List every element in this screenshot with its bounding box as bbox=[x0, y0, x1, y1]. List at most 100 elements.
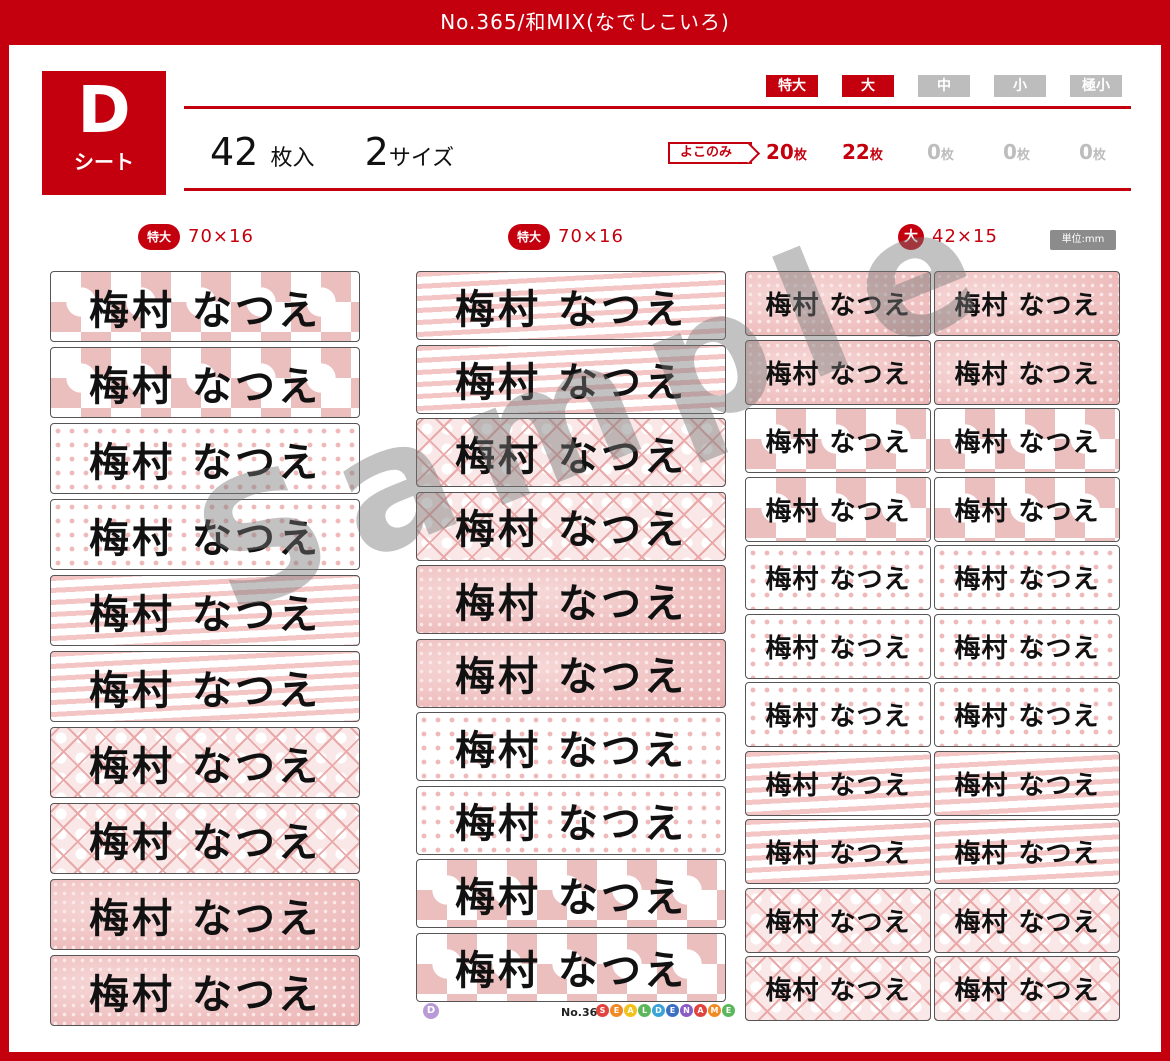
count-unit: 枚 bbox=[940, 148, 954, 163]
brand-letter: L bbox=[638, 1004, 651, 1017]
brand-letter: A bbox=[694, 1004, 707, 1017]
label-name-text: 梅村 なつえ bbox=[765, 496, 911, 527]
count-value: 0 bbox=[1003, 140, 1017, 164]
label-name-text: 梅村 なつえ bbox=[765, 428, 911, 458]
divider-top bbox=[184, 106, 1131, 109]
size-tab: 特大 bbox=[766, 75, 818, 97]
count-unit: 枚 bbox=[869, 148, 883, 163]
name-label: 梅村 なつえ bbox=[934, 750, 1120, 816]
brand-logo: SEALDENAME bbox=[596, 1004, 735, 1017]
label-name-text: 梅村 なつえ bbox=[89, 591, 321, 638]
name-label: 梅村 なつえ bbox=[745, 476, 931, 542]
label-name-text: 梅村 なつえ bbox=[954, 291, 1100, 321]
sheet-count: 22枚 bbox=[842, 140, 883, 164]
page-title: No.365/和MIX(なでしこいろ) bbox=[0, 0, 1170, 45]
name-label: 梅村 なつえ bbox=[416, 418, 726, 487]
name-label: 梅村 なつえ bbox=[934, 819, 1120, 884]
size-pill: 特大 bbox=[508, 224, 551, 250]
name-label: 梅村 なつえ bbox=[50, 879, 360, 950]
label-name-text: 梅村 なつえ bbox=[89, 667, 321, 714]
name-label: 梅村 なつえ bbox=[50, 651, 360, 722]
divider-bottom bbox=[184, 188, 1131, 191]
name-label: 梅村 なつえ bbox=[745, 750, 931, 816]
name-label: 梅村 なつえ bbox=[934, 613, 1120, 679]
label-name-text: 梅村 なつえ bbox=[89, 819, 321, 866]
brand-letter: D bbox=[652, 1004, 665, 1017]
brand-letter: M bbox=[708, 1004, 721, 1017]
label-name-text: 梅村 なつえ bbox=[765, 633, 911, 664]
label-name-text: 梅村 なつえ bbox=[455, 727, 687, 774]
name-label: 梅村 なつえ bbox=[934, 887, 1120, 953]
name-label: 梅村 なつえ bbox=[416, 859, 726, 928]
label-name-text: 梅村 なつえ bbox=[455, 654, 687, 700]
label-count-unit: 枚入 bbox=[270, 146, 315, 171]
sheet-count: 0枚 bbox=[1003, 140, 1030, 164]
size-pill: 大 bbox=[898, 224, 924, 250]
dimension-text: 70×16 bbox=[188, 226, 254, 247]
name-label: 梅村 なつえ bbox=[416, 932, 726, 1002]
brand-letter: E bbox=[666, 1004, 679, 1017]
label-name-text: 梅村 なつえ bbox=[455, 580, 687, 627]
label-name-text: 梅村 なつえ bbox=[455, 948, 687, 994]
label-name-text: 梅村 なつえ bbox=[89, 971, 321, 1018]
brand-letter: N bbox=[680, 1004, 693, 1017]
name-label: 梅村 なつえ bbox=[50, 575, 360, 646]
label-name-text: 梅村 なつえ bbox=[765, 839, 911, 869]
label-name-text: 梅村 なつえ bbox=[954, 839, 1100, 869]
name-label: 梅村 なつえ bbox=[416, 638, 726, 708]
label-name-text: 梅村 なつえ bbox=[954, 428, 1100, 458]
label-name-text: 梅村 なつえ bbox=[455, 433, 687, 480]
label-name-text: 梅村 なつえ bbox=[89, 515, 321, 562]
label-name-text: 梅村 なつえ bbox=[765, 359, 911, 390]
label-name-text: 梅村 なつえ bbox=[765, 291, 911, 321]
dimension-text: 42×15 bbox=[932, 226, 998, 247]
size-count: 2 bbox=[364, 130, 389, 174]
sheet-mark-icon: D bbox=[423, 1003, 439, 1019]
count-unit: 枚 bbox=[1092, 148, 1106, 163]
label-name-text: 梅村 なつえ bbox=[954, 976, 1100, 1006]
name-label: 梅村 なつえ bbox=[745, 887, 931, 953]
size-tab: 極小 bbox=[1070, 75, 1122, 97]
name-label: 梅村 なつえ bbox=[416, 491, 726, 561]
column-header-3: 大 42×15 bbox=[898, 224, 998, 250]
name-label: 梅村 なつえ bbox=[934, 682, 1120, 747]
name-label: 梅村 なつえ bbox=[50, 499, 360, 570]
label-name-text: 梅村 なつえ bbox=[455, 360, 687, 406]
name-label: 梅村 なつえ bbox=[416, 271, 726, 340]
label-name-text: 梅村 なつえ bbox=[455, 801, 687, 847]
sheet-summary: 42 枚入 2サイズ bbox=[210, 130, 454, 174]
label-name-text: 梅村 なつえ bbox=[954, 907, 1100, 938]
name-label: 梅村 なつえ bbox=[934, 271, 1120, 336]
label-name-text: 梅村 なつえ bbox=[765, 907, 911, 938]
name-label: 梅村 なつえ bbox=[745, 545, 931, 610]
dimension-text: 70×16 bbox=[558, 226, 624, 247]
name-label: 梅村 なつえ bbox=[50, 955, 360, 1026]
size-count-unit: サイズ bbox=[388, 146, 455, 171]
label-name-text: 梅村 なつえ bbox=[954, 770, 1100, 801]
name-label: 梅村 なつえ bbox=[745, 408, 931, 473]
label-name-text: 梅村 なつえ bbox=[89, 895, 321, 942]
count-value: 0 bbox=[927, 140, 941, 164]
sheet-count: 0枚 bbox=[927, 140, 954, 164]
sheet-badge: D シート bbox=[42, 71, 166, 195]
name-label: 梅村 なつえ bbox=[934, 476, 1120, 542]
brand-letter: S bbox=[596, 1004, 609, 1017]
count-value: 0 bbox=[1079, 140, 1093, 164]
name-label: 梅村 なつえ bbox=[416, 785, 726, 855]
label-name-text: 梅村 なつえ bbox=[954, 633, 1100, 664]
count-unit: 枚 bbox=[1016, 148, 1030, 163]
size-tab: 中 bbox=[918, 75, 970, 97]
size-pill: 特大 bbox=[138, 224, 181, 250]
unit-note: 単位:mm bbox=[1050, 230, 1116, 250]
label-name-text: 梅村 なつえ bbox=[765, 770, 911, 801]
name-label: 梅村 なつえ bbox=[745, 956, 931, 1021]
name-label: 梅村 なつえ bbox=[50, 727, 360, 798]
brand-letter: E bbox=[610, 1004, 623, 1017]
sheet-count: 20枚 bbox=[766, 140, 807, 164]
brand-letter: E bbox=[722, 1004, 735, 1017]
size-tab: 大 bbox=[842, 75, 894, 97]
sheet-label: シート bbox=[74, 150, 134, 174]
label-name-text: 梅村 なつえ bbox=[765, 565, 911, 595]
label-name-text: 梅村 なつえ bbox=[455, 507, 687, 553]
sheet-count: 0枚 bbox=[1079, 140, 1106, 164]
